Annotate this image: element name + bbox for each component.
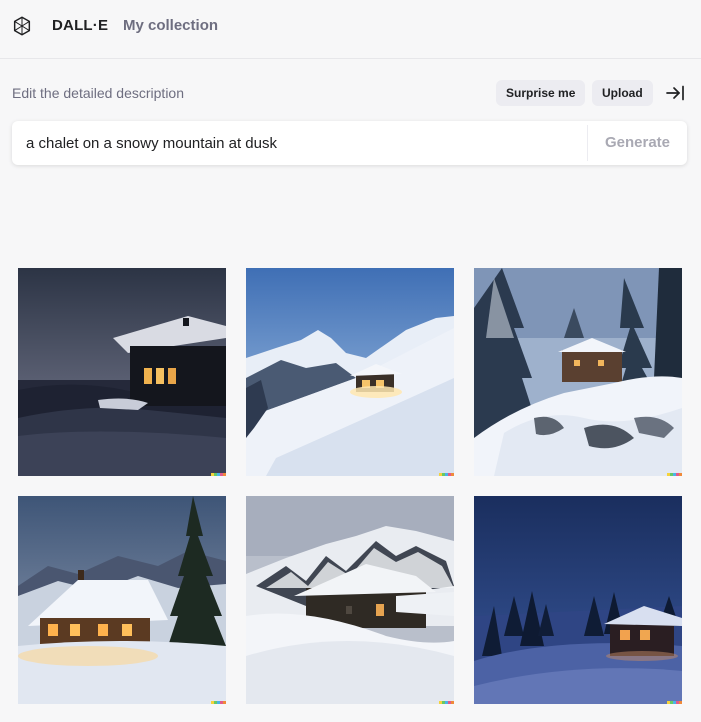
prompt-label: Edit the detailed description <box>12 85 184 101</box>
chalet-dusk-image <box>18 268 226 476</box>
arrow-to-right-icon[interactable] <box>665 83 685 103</box>
result-image-5[interactable] <box>246 496 454 704</box>
result-image-3[interactable] <box>474 268 682 476</box>
dalle-signature <box>667 473 682 476</box>
upload-button[interactable]: Upload <box>592 80 653 106</box>
chalet-snowbound-image <box>246 496 454 704</box>
dalle-signature <box>439 701 454 704</box>
dalle-signature <box>667 701 682 704</box>
openai-logo-icon[interactable] <box>11 15 33 37</box>
chalet-glow-image <box>18 496 226 704</box>
result-image-1[interactable] <box>18 268 226 476</box>
top-bar: DALL·E My collection <box>0 0 701 59</box>
cabin-night-image <box>474 496 682 704</box>
prompt-input[interactable] <box>12 121 587 165</box>
result-image-6[interactable] <box>474 496 682 704</box>
chalet-slope-image <box>246 268 454 476</box>
result-image-2[interactable] <box>246 268 454 476</box>
result-image-4[interactable] <box>18 496 226 704</box>
brand-name[interactable]: DALL·E <box>52 17 108 34</box>
surprise-me-button[interactable]: Surprise me <box>496 80 586 106</box>
prompt-box: Generate <box>12 121 687 165</box>
generate-button[interactable]: Generate <box>588 121 687 165</box>
dalle-signature <box>439 473 454 476</box>
my-collection-link[interactable]: My collection <box>123 17 218 34</box>
dalle-signature <box>211 473 226 476</box>
chalet-pines-image <box>474 268 682 476</box>
dalle-signature <box>211 701 226 704</box>
